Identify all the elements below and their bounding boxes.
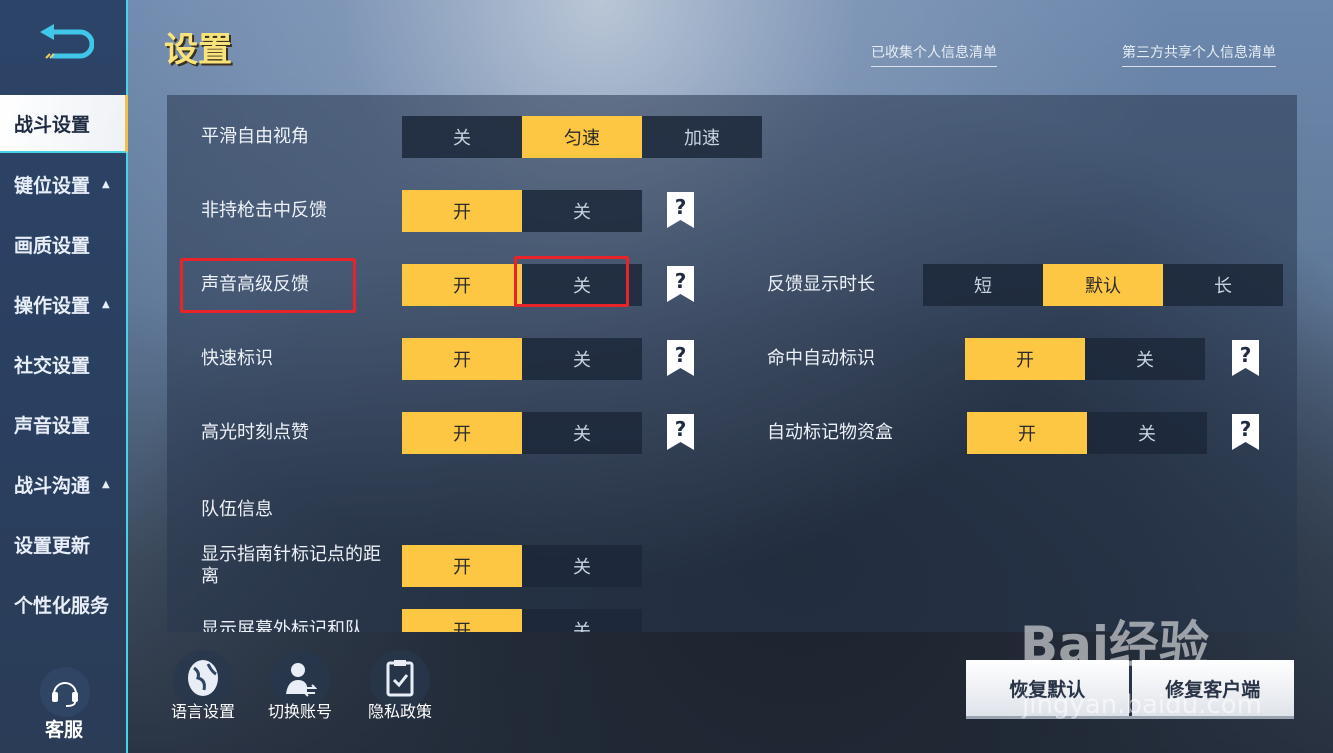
svg-text:?: ?	[675, 195, 687, 219]
svg-text:?: ?	[1240, 343, 1252, 367]
expand-triangle-icon: ▲	[102, 478, 110, 490]
option-开[interactable]: 开	[402, 609, 522, 632]
option-开[interactable]: 开	[402, 190, 522, 232]
sidebar-item[interactable]: 战斗设置	[0, 95, 128, 153]
sidebar-item[interactable]: 声音设置	[0, 395, 128, 453]
sidebar-item-label: 战斗沟通	[14, 474, 91, 497]
switch-account-icon	[283, 658, 318, 702]
page-title: 设置	[164, 30, 232, 70]
segmented-control: 开关	[967, 412, 1207, 454]
headset-icon	[52, 682, 78, 707]
option-开[interactable]: 开	[402, 338, 522, 380]
help-icon[interactable]: ?	[667, 266, 694, 302]
third-party-info-link[interactable]: 第三方共享个人信息清单	[1122, 42, 1276, 67]
option-匀速[interactable]: 匀速	[522, 116, 642, 158]
setting-label: 高光时刻点赞	[201, 422, 309, 443]
sidebar-item[interactable]: 画质设置	[0, 215, 128, 273]
sidebar-item-label: 声音设置	[14, 414, 91, 437]
bottom-icon-label: 切换账号	[267, 702, 332, 721]
option-开[interactable]: 开	[402, 545, 522, 587]
back-arrow-icon[interactable]	[38, 22, 94, 62]
option-默认[interactable]: 默认	[1043, 264, 1163, 306]
expand-triangle-icon: ▲	[102, 298, 110, 310]
setting-label: 非持枪击中反馈	[201, 200, 327, 221]
option-开[interactable]: 开	[965, 338, 1085, 380]
clipboard-check-icon	[383, 658, 417, 702]
segmented-control: 开关	[402, 190, 642, 232]
sidebar-item-label: 操作设置	[14, 294, 91, 317]
option-关[interactable]: 关	[522, 545, 642, 587]
customer-service-button[interactable]	[40, 667, 90, 717]
sidebar-item[interactable]: 键位设置 ▲	[0, 155, 128, 213]
sidebar-item-label: 社交设置	[14, 354, 91, 377]
customer-service-label: 客服	[44, 719, 83, 741]
sidebar-item[interactable]: 设置更新	[0, 515, 128, 573]
svg-text:?: ?	[675, 269, 687, 293]
help-icon[interactable]: ?	[667, 192, 694, 228]
segmented-control: 关匀速 加速	[402, 116, 762, 158]
sidebar-item-label: 个性化服务	[14, 594, 110, 617]
segmented-control: 开关	[402, 412, 642, 454]
segmented-control: 短默认长	[923, 264, 1283, 306]
globe-icon	[186, 658, 220, 702]
sidebar-item-label: 设置更新	[14, 534, 91, 557]
option-关[interactable]: 关	[522, 190, 642, 232]
svg-text:?: ?	[675, 417, 687, 441]
sidebar-item-label: 画质设置	[14, 234, 91, 257]
setting-label: 显示指南针标记点的距离	[201, 544, 381, 587]
option-关[interactable]: 关	[522, 609, 642, 632]
highlight-box-off	[514, 256, 629, 307]
setting-label: 队伍信息	[201, 499, 273, 520]
setting-label: 反馈显示时长	[767, 274, 875, 295]
sidebar-item[interactable]: 个性化服务	[0, 575, 128, 633]
setting-label: 平滑自由视角	[201, 126, 309, 147]
setting-label: 显示屏幕外标记和队	[201, 619, 363, 632]
highlight-box-label	[180, 258, 356, 313]
segmented-control: 开关	[402, 545, 642, 587]
option-开[interactable]: 开	[967, 412, 1087, 454]
option-关[interactable]: 关	[1085, 338, 1205, 380]
segmented-control: 开关	[965, 338, 1205, 380]
setting-label: 快速标识	[201, 348, 273, 369]
option-开[interactable]: 开	[402, 264, 522, 306]
help-icon[interactable]: ?	[667, 414, 694, 450]
sidebar-item-label: 战斗设置	[14, 113, 91, 136]
svg-text:?: ?	[675, 343, 687, 367]
expand-triangle-icon: ▲	[102, 178, 110, 190]
bottom-icon-label: 隐私政策	[367, 702, 432, 721]
option-长[interactable]: 长	[1163, 264, 1283, 306]
settings-panel: 平滑自由视角关匀速 加速 非持枪击中反馈开关? 声音高级反馈开关? 快速标识开关? 高光时…	[167, 95, 1297, 632]
setting-label: 命中自动标识	[767, 348, 875, 369]
collected-info-link[interactable]: 已收集个人信息清单	[871, 42, 997, 67]
sidebar-item[interactable]: 社交设置	[0, 335, 128, 393]
help-icon[interactable]: ?	[667, 340, 694, 376]
setting-label: 自动标记物资盒	[767, 422, 893, 443]
option-关[interactable]: 关	[1087, 412, 1207, 454]
option-关[interactable]: 关	[522, 338, 642, 380]
option-短[interactable]: 短	[923, 264, 1043, 306]
option-加速[interactable]: 加速	[642, 116, 762, 158]
sidebar-item-label: 键位设置	[14, 174, 91, 197]
help-icon[interactable]: ?	[1232, 414, 1259, 450]
option-关[interactable]: 关	[402, 116, 522, 158]
option-关[interactable]: 关	[522, 412, 642, 454]
svg-text:?: ?	[1240, 417, 1252, 441]
option-开[interactable]: 开	[402, 412, 522, 454]
sidebar-item[interactable]: 战斗沟通 ▲	[0, 455, 128, 513]
segmented-control: 开关	[402, 609, 642, 632]
bottom-icon-label: 语言设置	[170, 702, 235, 721]
sidebar: 战斗设置键位设置 ▲ 画质设置操作设置 ▲ 社交设置声音设置战斗沟通 ▲ 设置更新个性化服务…	[0, 0, 128, 753]
watermark-url: jingyan.baidu.com	[1022, 690, 1262, 720]
sidebar-item[interactable]: 操作设置 ▲	[0, 275, 128, 333]
segmented-control: 开关	[402, 338, 642, 380]
help-icon[interactable]: ?	[1232, 340, 1259, 376]
